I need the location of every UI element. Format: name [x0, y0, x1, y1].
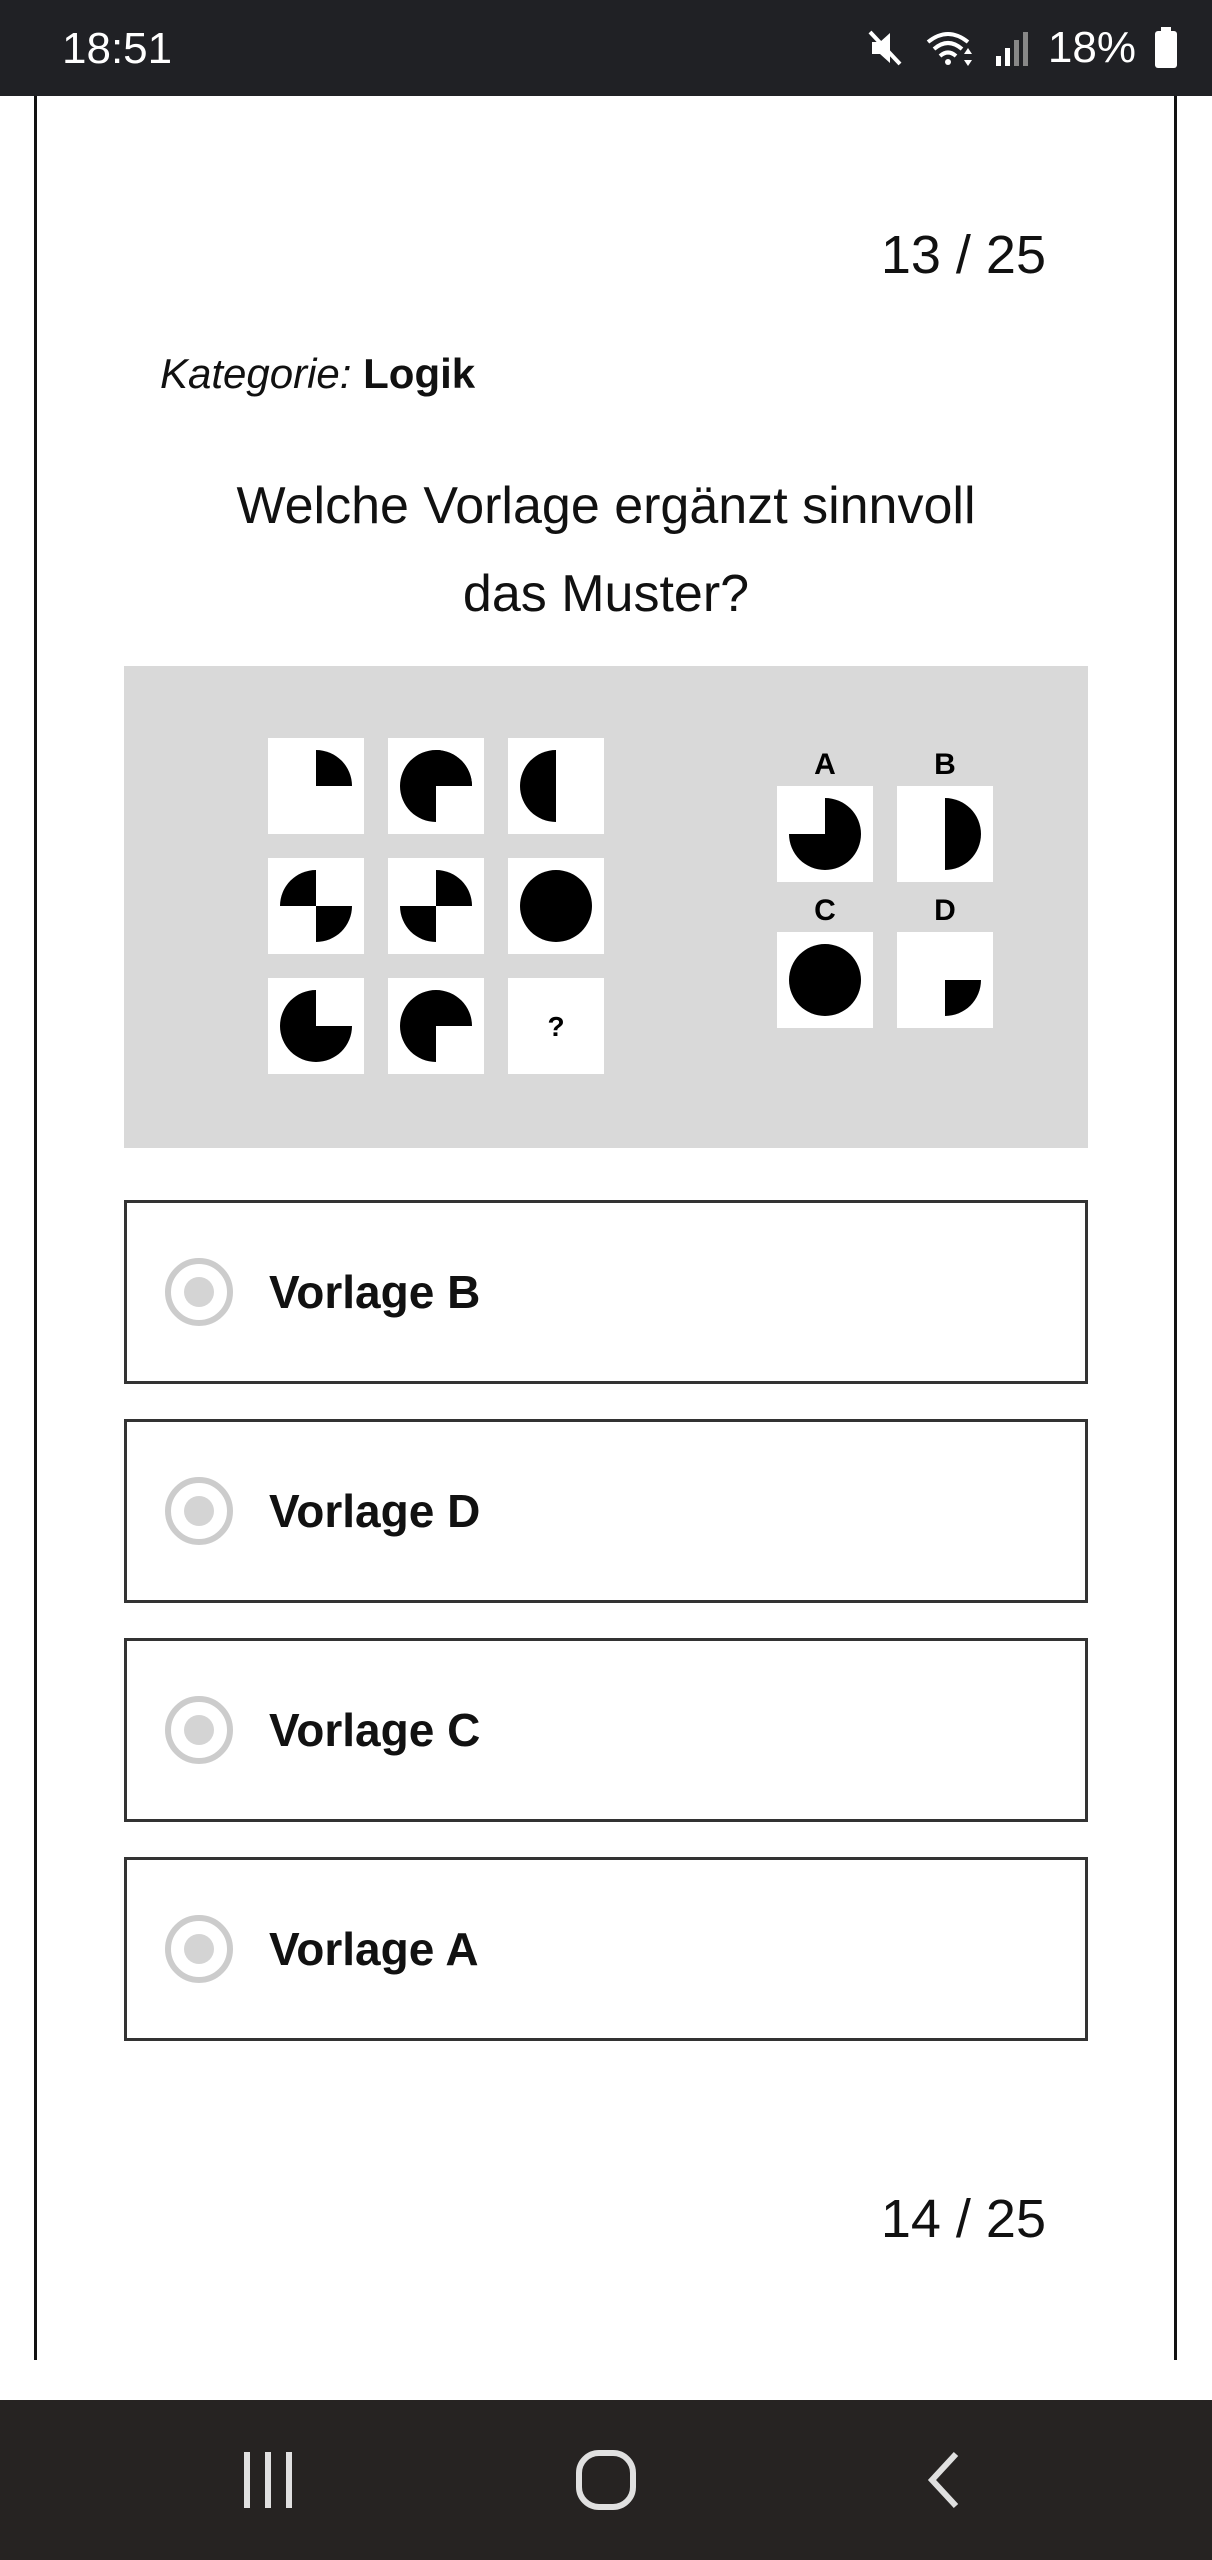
category-value: Logik — [363, 350, 476, 397]
choice-tile-b — [897, 786, 993, 882]
question-counter: 13 / 25 — [880, 225, 1046, 285]
matrix-tile-1 — [268, 738, 364, 834]
choice-label-c: C — [814, 894, 836, 927]
back-icon[interactable] — [844, 2400, 1044, 2560]
status-time: 18:51 — [62, 24, 173, 73]
matrix-tile-8 — [388, 978, 484, 1074]
choice-label-a: A — [814, 748, 836, 781]
radio-button[interactable] — [165, 1477, 233, 1545]
choice-tile-c — [777, 932, 873, 1028]
answer-option-vorlage-d[interactable]: Vorlage D — [124, 1419, 1088, 1603]
home-icon[interactable] — [506, 2400, 706, 2560]
answer-option-label: Vorlage B — [269, 1266, 481, 1318]
wifi-icon — [924, 26, 976, 70]
matrix-tile-2 — [388, 738, 484, 834]
pattern-figure-svg: ? A B C D — [268, 738, 993, 1074]
matrix-tile-7 — [268, 978, 364, 1074]
matrix-tile-missing: ? — [508, 978, 604, 1074]
matrix-tile-3 — [508, 738, 604, 834]
recent-apps-icon[interactable] — [168, 2400, 368, 2560]
matrix-tile-4 — [268, 858, 364, 954]
mute-icon — [866, 26, 906, 70]
category-line: Kategorie: Logik — [160, 350, 475, 398]
radio-button[interactable] — [165, 1696, 233, 1764]
question-line-2: das Muster? — [462, 565, 750, 623]
navigation-bar — [0, 2400, 1212, 2560]
choice-tile-a — [777, 786, 873, 882]
page-frame-left — [34, 96, 37, 2360]
radio-button[interactable] — [165, 1915, 233, 1983]
matrix-tile-5 — [388, 858, 484, 954]
pattern-figure: ? A B C D — [124, 666, 1088, 1148]
next-question-counter: 14 / 25 — [880, 2189, 1046, 2249]
radio-button[interactable] — [165, 1258, 233, 1326]
question-mark: ? — [547, 1011, 564, 1042]
answer-option-vorlage-c[interactable]: Vorlage C — [124, 1638, 1088, 1822]
choice-tile-d — [897, 932, 993, 1028]
radio-dot — [184, 1277, 214, 1307]
status-icons: 18% — [866, 20, 1178, 76]
battery-icon — [1154, 27, 1178, 69]
status-bar: 18:51 18% — [0, 0, 1212, 96]
answer-option-label: Vorlage A — [269, 1923, 479, 1975]
answer-option-vorlage-b[interactable]: Vorlage B — [124, 1200, 1088, 1384]
question-line-1: Welche Vorlage ergänzt sinnvoll — [236, 477, 976, 535]
choice-label-d: D — [934, 894, 956, 927]
battery-percent: 18% — [1047, 23, 1136, 72]
answer-option-label: Vorlage D — [269, 1485, 481, 1537]
radio-dot — [184, 1934, 214, 1964]
question-text: Welche Vorlage ergänzt sinnvoll das Must… — [124, 462, 1088, 638]
page-frame-right — [1174, 96, 1177, 2360]
choice-label-b: B — [934, 748, 956, 781]
signal-icon — [994, 26, 1030, 70]
radio-dot — [184, 1496, 214, 1526]
category-label: Kategorie: — [160, 350, 352, 397]
answer-option-label: Vorlage C — [269, 1704, 481, 1756]
matrix-tile-6 — [508, 858, 604, 954]
radio-dot — [184, 1715, 214, 1745]
answer-option-vorlage-a[interactable]: Vorlage A — [124, 1857, 1088, 2041]
